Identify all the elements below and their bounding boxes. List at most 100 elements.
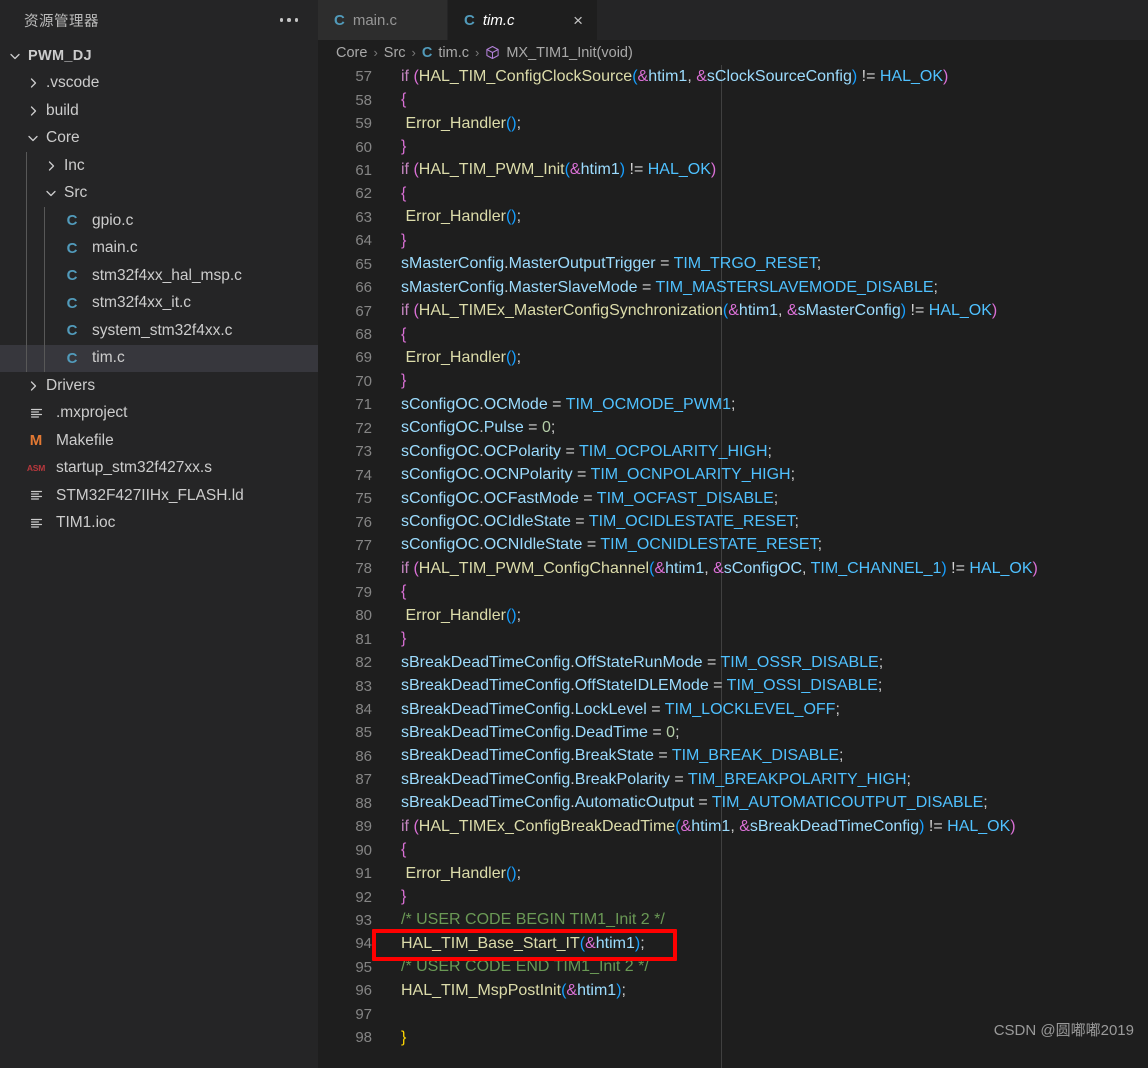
chevron-right-icon[interactable] [24,74,42,92]
tree-item-system-stm32f4xx-c[interactable]: Csystem_stm32f4xx.c [0,317,318,345]
tree-item-stm32f427iihx-flash-ld[interactable]: STM32F427IIHx_FLASH.ld [0,482,318,510]
tree-item-tim-c[interactable]: Ctim.c [0,344,318,372]
line-number: 79 [355,583,372,601]
code-token: TIM_OCIDLESTATE_RESET [588,513,795,531]
code-line[interactable]: 57 if (HAL_TIM_ConfigClockSource(&htim1, … [318,65,1148,88]
code-line[interactable]: 93 /* USER CODE BEGIN TIM1_Init 2 */ [318,909,1148,932]
code-token: = [578,489,597,507]
code-line[interactable]: 60} [318,135,1148,158]
code-line[interactable]: 72 sConfigOC.Pulse = 0; [318,417,1148,440]
tree-item-vscode[interactable]: .vscode [0,70,318,98]
code-line[interactable]: 88 sBreakDeadTimeConfig.AutomaticOutput =… [318,792,1148,815]
tree-item-main-c[interactable]: Cmain.c [0,234,318,262]
code-line[interactable]: 82 sBreakDeadTimeConfig.OffStateRunMode =… [318,651,1148,674]
chevron-right-icon[interactable] [24,102,42,120]
code-line[interactable]: 68 { [318,323,1148,346]
tab-main-c[interactable]: Cmain.c [318,0,448,40]
code-line[interactable]: 71 sConfigOC.OCMode = TIM_OCMODE_PWM1; [318,393,1148,416]
line-number: 92 [355,888,372,906]
code-line[interactable]: 62 { [318,182,1148,205]
breadcrumb-item-mx-tim1-init-void[interactable]: MX_TIM1_Init(void) [485,45,633,61]
code-token: ; [794,513,799,531]
code-line[interactable]: 85 sBreakDeadTimeConfig.DeadTime = 0; [318,721,1148,744]
code-line-text: Error_Handler(); [388,349,521,367]
code-line[interactable]: 73 sConfigOC.OCPolarity = TIM_OCPOLARITY_… [318,440,1148,463]
code-line[interactable]: 80 Error_Handler(); [318,604,1148,627]
code-token: sConfigOC [401,395,480,413]
tree-indent-guide [44,317,45,345]
code-line[interactable]: 94 HAL_TIM_Base_Start_IT(&htim1); [318,932,1148,955]
code-line[interactable]: 66 sMasterConfig.MasterSlaveMode = TIM_MA… [318,276,1148,299]
tree-item-label: .mxproject [56,404,128,422]
tree-item-label: TIM1.ioc [56,514,116,532]
chevron-down-icon[interactable] [6,47,24,65]
tree-item-stm32f4xx-it-c[interactable]: Cstm32f4xx_it.c [0,289,318,317]
line-number: 88 [355,794,372,812]
tree-item-label: .vscode [46,74,100,92]
tree-item-src[interactable]: Src [0,179,318,207]
c-file-icon: C [66,267,78,285]
line-number: 62 [355,185,372,203]
close-icon[interactable]: × [551,12,583,29]
code-line[interactable]: 78 if (HAL_TIM_PWM_ConfigChannel(&htim1, … [318,557,1148,580]
tree-item-stm32f4xx-hal-msp-c[interactable]: Cstm32f4xx_hal_msp.c [0,262,318,290]
chevron-right-icon[interactable] [42,157,60,175]
explorer-sidebar: 资源管理器 PWM_DJ .vscode build Core Inc Src Cgpio.… [0,0,318,1068]
code-line-text: if (HAL_TIMEx_ConfigBreakDeadTime(&htim1… [388,818,1016,836]
code-line[interactable]: 81} [318,628,1148,651]
chevron-down-icon[interactable] [42,184,60,202]
tree-item-pwm-dj[interactable]: PWM_DJ [0,42,318,70]
breadcrumb-item-core[interactable]: Core [336,45,367,61]
chevron-right-icon[interactable] [24,377,42,395]
code-line[interactable]: 79 { [318,581,1148,604]
code-line[interactable]: 89 if (HAL_TIMEx_ConfigBreakDeadTime(&hti… [318,815,1148,838]
code-line[interactable]: 65 sMasterConfig.MasterOutputTrigger = TI… [318,253,1148,276]
code-token: TIM_OSSR_DISABLE [720,653,879,671]
code-line[interactable]: 64} [318,229,1148,252]
tree-item-drivers[interactable]: Drivers [0,372,318,400]
code-line[interactable]: 58 { [318,88,1148,111]
tab-tim-c[interactable]: Ctim.c × [448,0,598,40]
code-line-text: } [388,232,406,250]
code-line-text: } [388,630,406,648]
code-line[interactable]: 83 sBreakDeadTimeConfig.OffStateIDLEMode … [318,674,1148,697]
tree-item-core[interactable]: Core [0,125,318,153]
code-editor[interactable]: 57 if (HAL_TIM_ConfigClockSource(&htim1, … [318,65,1148,1068]
code-line[interactable]: 90 { [318,838,1148,861]
code-line[interactable]: 74 sConfigOC.OCNPolarity = TIM_OCNPOLARIT… [318,463,1148,486]
tree-item-gpio-c[interactable]: Cgpio.c [0,207,318,235]
code-line[interactable]: 86 sBreakDeadTimeConfig.BreakState = TIM_… [318,745,1148,768]
code-line[interactable]: 67 if (HAL_TIMEx_MasterConfigSynchronizat… [318,299,1148,322]
tree-item-inc[interactable]: Inc [0,152,318,180]
tree-item-label: system_stm32f4xx.c [92,321,233,339]
chevron-down-icon[interactable] [24,129,42,147]
code-token: sConfigOC [401,442,480,460]
more-actions-icon[interactable] [274,14,305,26]
code-line[interactable]: 84 sBreakDeadTimeConfig.LockLevel = TIM_L… [318,698,1148,721]
tree-item-mxproject[interactable]: .mxproject [0,400,318,428]
code-line[interactable]: 75 sConfigOC.OCFastMode = TIM_OCFAST_DISA… [318,487,1148,510]
tree-item-build[interactable]: build [0,97,318,125]
code-line[interactable]: 95 /* USER CODE END TIM1_Init 2 */ [318,956,1148,979]
code-token: = [708,677,727,695]
code-line[interactable]: 91 Error_Handler(); [318,862,1148,885]
code-line[interactable]: 87 sBreakDeadTimeConfig.BreakPolarity = T… [318,768,1148,791]
code-token: TIM_OCPOLARITY_HIGH [579,442,768,460]
code-line-text: { [388,185,406,203]
code-line-text: /* USER CODE END TIM1_Init 2 */ [388,958,649,976]
code-line[interactable]: 69 Error_Handler(); [318,346,1148,369]
tree-item-makefile[interactable]: M Makefile [0,427,318,455]
code-line[interactable]: 70} [318,370,1148,393]
tree-item-tim1-ioc[interactable]: TIM1.ioc [0,510,318,538]
breadcrumb-item-tim-c[interactable]: Ctim.c [422,45,469,61]
breadcrumb-item-src[interactable]: Src [384,45,406,61]
code-line[interactable]: 63 Error_Handler(); [318,206,1148,229]
tree-item-startup-stm32f427xx-s[interactable]: ASM startup_stm32f427xx.s [0,455,318,483]
code-token: ; [906,770,911,788]
code-line[interactable]: 77 sConfigOC.OCNIdleState = TIM_OCNIDLEST… [318,534,1148,557]
code-line[interactable]: 61 if (HAL_TIM_PWM_Init(&htim1) != HAL_OK… [318,159,1148,182]
code-line[interactable]: 76 sConfigOC.OCIdleState = TIM_OCIDLESTAT… [318,510,1148,533]
code-line[interactable]: 59 Error_Handler(); [318,112,1148,135]
code-line[interactable]: 92} [318,885,1148,908]
code-line[interactable]: 96 HAL_TIM_MspPostInit(&htim1); [318,979,1148,1002]
